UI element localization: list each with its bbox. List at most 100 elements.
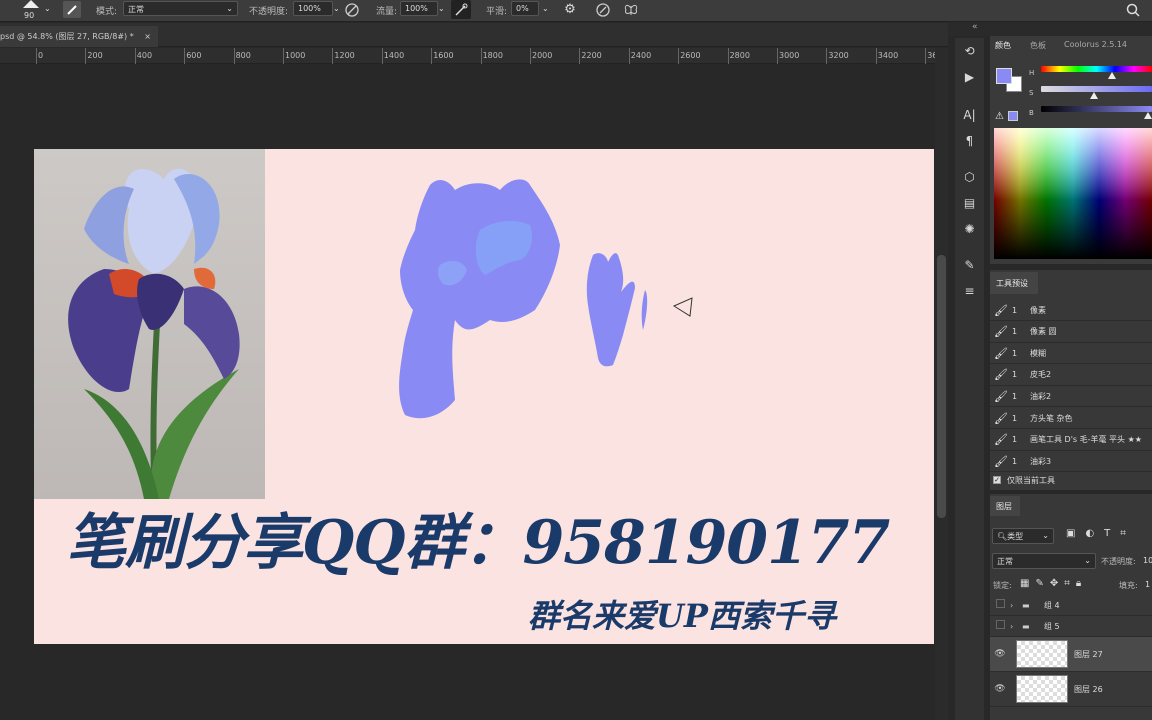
eye-icon[interactable]: 👁︎ [990,649,1010,659]
smoothing-input[interactable]: 0% [511,1,539,16]
hue-slider[interactable] [1041,66,1152,72]
visibility-toggle[interactable] [990,620,1010,632]
layer-filter-icons[interactable]: ▣◐T⌗ [1066,528,1136,539]
libraries-icon[interactable]: ▤ [955,190,984,216]
eye-icon[interactable]: 👁︎ [990,684,1010,694]
ruler-tick-label: 3200 [828,51,849,60]
tab-layers[interactable]: 图层 [990,496,1020,516]
tool-preset-item[interactable]: 🖌︎ 1 油彩2 [990,386,1152,408]
document-tab[interactable]: psd @ 54.8% (图层 27, RGB/8#) * × [0,26,158,47]
tool-preset-item[interactable]: 🖌︎ 1 模糊 [990,343,1152,365]
saturation-slider-handle[interactable] [1090,92,1098,99]
history-icon[interactable]: ⟲ [955,38,984,64]
ruler-tick-label: 400 [136,51,153,60]
opacity-dropdown-icon[interactable]: ⌄ [333,4,340,13]
tool-preset-item[interactable]: 🖌︎ 1 画笔工具 D's 毛-羊毫 平头 ★★ [990,430,1152,451]
fill-value[interactable]: 1 [1145,580,1150,589]
opacity-input[interactable]: 100% [293,1,333,16]
brightness-slider-handle[interactable] [1144,112,1152,119]
layer-name[interactable]: 图层 26 [1074,684,1103,695]
mode-select[interactable]: 正常 ⌄ [123,1,238,16]
brush-settings-panel-icon[interactable]: ✎ [955,252,984,278]
current-tool-only-label: 仅限当前工具 [1007,476,1055,485]
horizontal-ruler[interactable]: 0 200 400 600 800 1000 1200 1400 1600 1800 2000 220… [0,48,937,64]
ruler-tick-label: 200 [87,51,103,60]
tab-color[interactable]: 颜色 [995,40,1011,51]
layer-group-row[interactable]: › ▬ 组 4 [990,595,1152,616]
airbrush-icon[interactable] [451,0,471,19]
tool-preset-item[interactable]: 🖌︎ 1 方头笔 杂色 [990,408,1152,429]
tab-close-icon[interactable]: × [144,32,151,41]
search-icon[interactable] [1124,1,1142,19]
collapse-panels-icon[interactable]: « [972,22,978,32]
flow-label: 流量: [376,7,398,17]
brush-size-value[interactable]: 90 [24,11,34,20]
layer-name[interactable]: 图层 27 [1074,649,1103,660]
ruler-tick-mark [233,48,235,64]
actions-play-icon[interactable]: ▶ [955,64,984,90]
scrollbar-thumb[interactable] [937,255,946,518]
tab-coolorus[interactable]: Coolorus 2.5.14 [1064,40,1127,49]
ruler-tick-label: 1200 [334,51,355,60]
chevron-right-icon[interactable]: › [1010,601,1022,610]
tool-preset-item[interactable]: 🖌︎ 1 油彩3 [990,451,1152,473]
preset-name: 方头笔 杂色 [1030,413,1073,423]
symmetry-butterfly-icon[interactable] [622,1,640,19]
tool-preset-item[interactable]: 🖌︎ 1 像素 圆 [990,322,1152,343]
flow-input[interactable]: 100% [400,1,438,16]
properties-sliders-icon[interactable]: ≡ [955,278,984,304]
layer-blend-mode-select[interactable]: 正常 ⌄ [992,553,1096,569]
ruler-tick-label: 1000 [285,51,306,60]
brush-icon: 🖌︎ [994,433,1008,447]
gear-icon[interactable]: ⚙ [561,0,579,18]
current-tool-only-checkbox[interactable]: ✓ [993,476,1001,484]
lock-label: 锁定: [993,581,1012,590]
brightness-slider[interactable] [1041,106,1152,112]
layer-name[interactable]: 组 4 [1044,600,1060,611]
ruler-tick-label: 800 [235,51,251,60]
brush-settings-icon[interactable] [63,1,81,18]
character-icon[interactable]: A| [955,102,984,128]
tool-preset-item[interactable]: 🖌︎ 1 皮毛2 [990,365,1152,386]
pressure-opacity-icon[interactable] [343,1,361,19]
ruler-tick-mark [826,48,828,64]
layer-filter-select[interactable]: 🔍︎类型 ⌄ [992,528,1054,544]
visibility-toggle[interactable] [990,599,1010,611]
search-icon: 🔍︎ [997,532,1008,541]
ruler-tick-label: 0 [38,51,44,60]
hue-slider-handle[interactable] [1108,72,1116,79]
pressure-size-icon[interactable] [594,1,612,19]
gamut-warning-icon[interactable]: ⚠ [995,111,1004,122]
foreground-color-swatch[interactable] [996,68,1012,84]
ruler-tick-label: 1800 [482,51,503,60]
ruler-tick-mark [777,48,778,64]
preset-size: 1 [1012,456,1018,466]
tab-tool-presets[interactable]: 工具预设 [990,272,1038,294]
preset-size: 1 [1012,435,1018,445]
paragraph-icon[interactable]: ¶ [955,128,984,154]
smoothing-dropdown-icon[interactable]: ⌄ [542,4,549,13]
adjustments-sunburst-icon[interactable]: ✺ [955,216,984,242]
brush-preset-icon[interactable] [18,0,44,10]
painted-shapes [399,179,648,419]
layer-name[interactable]: 组 5 [1044,621,1060,632]
lock-icons[interactable]: ▦✎✥⌗🔒︎ [1020,578,1087,589]
tab-swatches[interactable]: 色板 [1030,40,1046,51]
ruler-tick-mark [36,48,37,64]
layer-opacity-value[interactable]: 10 [1143,556,1152,565]
web-safe-swatch[interactable] [1008,111,1018,121]
color-spectrum-field[interactable] [994,128,1152,259]
layer-row[interactable]: 👁︎ 图层 27 [990,637,1152,672]
ruler-tick-label: 1600 [433,51,454,60]
chevron-right-icon[interactable]: › [1010,622,1022,631]
painted-strokes [586,253,635,367]
strip-divider-3 [955,242,984,252]
layer-group-row[interactable]: › ▬ 组 5 [990,616,1152,637]
tool-preset-item[interactable]: 🖌︎ 1 像素 [990,300,1152,321]
brush-icon: 🖌︎ [994,454,1008,468]
3d-cube-icon[interactable]: ⬡ [955,164,984,190]
flow-dropdown-icon[interactable]: ⌄ [438,4,445,13]
hue-label: H [1029,69,1035,77]
chevron-down-icon[interactable]: ⌄ [44,4,51,13]
layer-row[interactable]: 👁︎ 图层 26 [990,672,1152,707]
